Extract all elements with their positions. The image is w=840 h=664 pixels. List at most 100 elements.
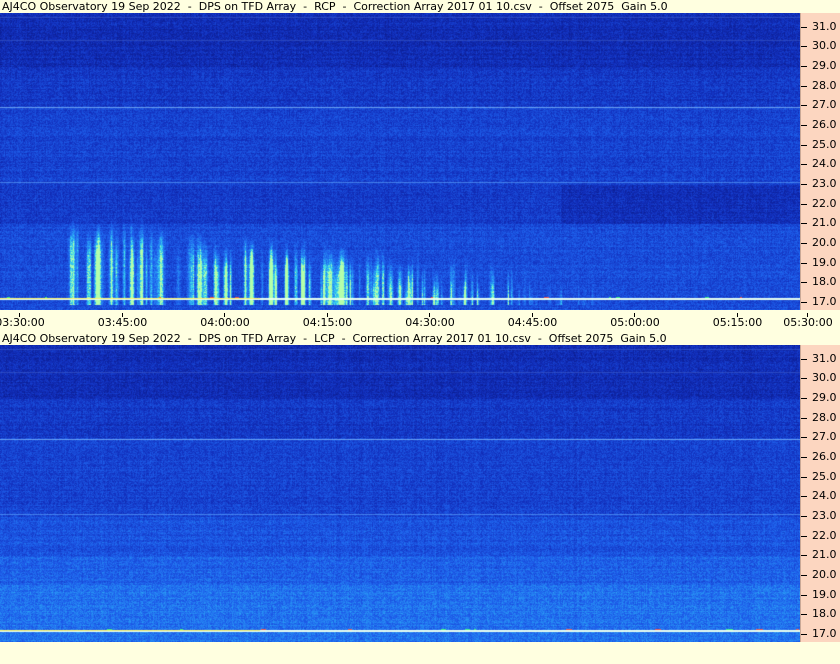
frequency-tick: 22.0 [801, 195, 840, 213]
time-tick-label: 04:00:00 [200, 316, 250, 329]
frequency-tick-label: 23.0 [812, 509, 837, 523]
tick-mark [801, 203, 807, 205]
time-tick-label: 04:45:00 [507, 316, 558, 329]
frequency-tick: 23.0 [801, 175, 840, 193]
tick-mark [801, 164, 807, 166]
frequency-tick: 20.0 [801, 234, 840, 252]
time-tick-label: 04:30:00 [405, 316, 455, 329]
tick-mark [801, 535, 807, 537]
tick-mark [801, 555, 807, 557]
frequency-tick-label: 19.0 [812, 587, 837, 601]
frequency-tick-label: 22.0 [812, 528, 837, 542]
frequency-tick-label: 27.0 [812, 98, 837, 112]
frequency-tick: 21.0 [801, 546, 840, 564]
lcp-spectrogram-canvas [0, 345, 800, 642]
tick-mark [801, 184, 807, 186]
frequency-tick-label: 18.0 [812, 607, 837, 621]
time-tick-label: 03:30:00 [0, 316, 45, 329]
tick-mark [801, 243, 807, 245]
lcp-spectrogram [0, 345, 800, 642]
frequency-tick-label: 30.0 [812, 371, 837, 385]
tick-mark [801, 398, 807, 400]
tick-mark [801, 575, 807, 577]
frequency-tick: 27.0 [801, 96, 840, 114]
frequency-tick-label: 29.0 [812, 391, 837, 405]
tick-mark [801, 358, 807, 360]
frequency-tick: 19.0 [801, 254, 840, 272]
tick-mark [801, 46, 807, 48]
frequency-tick: 20.0 [801, 566, 840, 584]
time-tick-label: 05:15:00 [712, 316, 763, 329]
frequency-tick: 22.0 [801, 527, 840, 545]
tick-mark [801, 282, 807, 284]
frequency-tick-label: 24.0 [812, 157, 837, 171]
rcp-frequency-axis: 31.0 30.0 29.0 28.0 27.0 26.0 25.0 24.0 23.0 22.0… [800, 13, 840, 310]
tick-mark [801, 516, 807, 518]
frequency-tick-label: 31.0 [812, 19, 837, 33]
tick-mark [801, 437, 807, 439]
frequency-tick: 31.0 [801, 350, 840, 368]
frequency-tick-label: 17.0 [812, 627, 837, 641]
lcp-frequency-axis: 31.0 30.0 29.0 28.0 27.0 26.0 25.0 24.0 23.0 22.0… [800, 345, 840, 642]
frequency-tick-label: 23.0 [812, 177, 837, 191]
frequency-tick-label: 26.0 [812, 450, 837, 464]
frequency-tick: 31.0 [801, 18, 840, 36]
tick-mark [801, 223, 807, 225]
time-tick-label: 03:45:00 [97, 316, 148, 329]
frequency-tick: 23.0 [801, 507, 840, 525]
frequency-tick-label: 29.0 [812, 59, 837, 73]
frequency-tick: 30.0 [801, 369, 840, 387]
tick-mark [801, 496, 807, 498]
frequency-tick: 28.0 [801, 77, 840, 95]
frequency-tick-label: 21.0 [812, 216, 837, 230]
frequency-tick: 24.0 [801, 487, 840, 505]
tick-mark [801, 302, 807, 304]
tick-mark [801, 457, 807, 459]
frequency-tick: 25.0 [801, 136, 840, 154]
time-tick-label: 04:15:00 [302, 316, 353, 329]
time-tick-label: 05:00:00 [610, 316, 660, 329]
frequency-tick-label: 30.0 [812, 39, 837, 53]
frequency-tick: 26.0 [801, 116, 840, 134]
frequency-tick-label: 28.0 [812, 78, 837, 92]
tick-mark [801, 66, 807, 68]
time-tick-label: 05:30:00 [783, 316, 833, 329]
frequency-tick: 17.0 [801, 625, 840, 643]
frequency-tick-label: 21.0 [812, 548, 837, 562]
rcp-spectrogram-canvas [0, 13, 800, 310]
frequency-tick-label: 22.0 [812, 196, 837, 210]
lcp-title: AJ4CO Observatory 19 Sep 2022 - DPS on T… [0, 332, 840, 345]
tick-mark [801, 417, 807, 419]
tick-mark [801, 634, 807, 636]
frequency-tick: 18.0 [801, 605, 840, 623]
frequency-tick-label: 25.0 [812, 469, 837, 483]
frequency-tick: 18.0 [801, 273, 840, 291]
frequency-tick: 29.0 [801, 57, 840, 75]
frequency-tick-label: 18.0 [812, 275, 837, 289]
frequency-tick-label: 26.0 [812, 118, 837, 132]
frequency-tick-label: 28.0 [812, 410, 837, 424]
frequency-tick: 17.0 [801, 293, 840, 311]
frequency-tick-label: 20.0 [812, 236, 837, 250]
rcp-spectrogram [0, 13, 800, 310]
frequency-tick: 29.0 [801, 389, 840, 407]
frequency-tick-label: 24.0 [812, 489, 837, 503]
frequency-tick: 19.0 [801, 586, 840, 604]
frequency-tick: 28.0 [801, 409, 840, 427]
tick-mark [801, 105, 807, 107]
frequency-tick-label: 31.0 [812, 351, 837, 365]
frequency-tick-label: 19.0 [812, 255, 837, 269]
rcp-title: AJ4CO Observatory 19 Sep 2022 - DPS on T… [0, 0, 840, 13]
tick-mark [801, 378, 807, 380]
frequency-tick-label: 20.0 [812, 568, 837, 582]
tick-mark [801, 85, 807, 87]
frequency-tick: 21.0 [801, 214, 840, 232]
tick-mark [801, 476, 807, 478]
frequency-tick-label: 27.0 [812, 430, 837, 444]
frequency-tick-label: 25.0 [812, 137, 837, 151]
frequency-tick-label: 17.0 [812, 295, 837, 309]
tick-mark [801, 262, 807, 264]
rcp-time-axis: 03:30:00 03:45:00 04:00:00 04:15:00 04:30:00… [0, 313, 840, 331]
tick-mark [801, 614, 807, 616]
frequency-tick: 27.0 [801, 428, 840, 446]
